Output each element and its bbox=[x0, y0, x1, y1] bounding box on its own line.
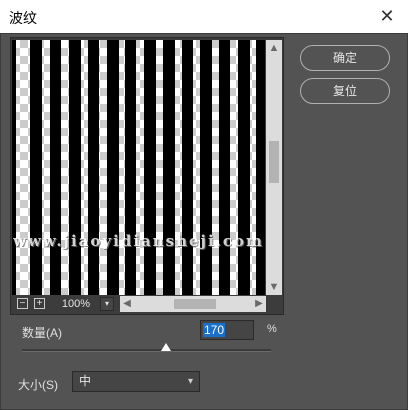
horizontal-scrollbar[interactable]: ◀ ▶ bbox=[120, 296, 266, 312]
size-label: 大小(S) bbox=[18, 378, 58, 392]
ripple-stripe bbox=[107, 40, 119, 295]
title-bar: 波纹 ✕ bbox=[0, 0, 408, 34]
scroll-left-icon[interactable]: ◀ bbox=[120, 296, 134, 312]
ripple-stripe bbox=[144, 40, 156, 295]
zoom-in-button[interactable]: + bbox=[34, 298, 45, 309]
size-selected-value: 中 bbox=[79, 374, 92, 388]
zoom-dropdown-icon[interactable]: ▾ bbox=[100, 297, 114, 311]
horizontal-scroll-thumb[interactable] bbox=[174, 299, 216, 309]
ripple-stripe bbox=[12, 40, 16, 295]
watermark-text: www.jiaoyidiansheji.com bbox=[13, 232, 264, 250]
amount-input[interactable]: 170 bbox=[200, 320, 254, 340]
size-select[interactable]: 中 ▾ bbox=[72, 371, 200, 392]
scroll-right-icon[interactable]: ▶ bbox=[252, 296, 266, 312]
ok-button[interactable]: 确定 bbox=[300, 45, 390, 71]
ripple-stripe bbox=[69, 40, 81, 295]
zoom-out-button[interactable]: − bbox=[17, 298, 28, 309]
scroll-down-icon[interactable]: ▼ bbox=[266, 279, 282, 295]
ripple-stripe bbox=[219, 40, 230, 295]
scroll-up-icon[interactable]: ▲ bbox=[266, 40, 282, 56]
amount-slider-thumb[interactable] bbox=[161, 343, 172, 351]
ripple-stripe bbox=[50, 40, 61, 295]
amount-label: 数量(A) bbox=[22, 326, 62, 340]
dialog-title: 波纹 bbox=[9, 10, 37, 26]
ripple-stripe bbox=[30, 40, 42, 295]
chevron-down-icon: ▾ bbox=[187, 376, 193, 387]
ripple-stripe bbox=[238, 40, 250, 295]
ripple-stripe bbox=[256, 40, 265, 295]
ripple-stripe bbox=[200, 40, 212, 295]
vertical-scroll-thumb[interactable] bbox=[269, 141, 279, 183]
close-button[interactable]: ✕ bbox=[366, 0, 408, 33]
ripple-stripe bbox=[125, 40, 136, 295]
reset-button[interactable]: 复位 bbox=[300, 78, 390, 104]
close-icon: ✕ bbox=[379, 6, 395, 26]
zoom-level: 100% bbox=[61, 298, 91, 310]
ripple-stripe bbox=[88, 40, 99, 295]
amount-value: 170 bbox=[203, 323, 226, 337]
ripple-stripe bbox=[163, 40, 175, 295]
vertical-scrollbar[interactable]: ▲ ▼ bbox=[266, 40, 282, 295]
preview-zoom-bar: − + 100% ▾ ◀ ▶ bbox=[12, 296, 282, 312]
amount-unit: % bbox=[267, 323, 277, 335]
amount-slider-track[interactable] bbox=[22, 349, 271, 352]
ripple-stripe bbox=[182, 40, 193, 295]
preview-canvas[interactable]: www.jiaoyidiansheji.com bbox=[12, 40, 265, 295]
